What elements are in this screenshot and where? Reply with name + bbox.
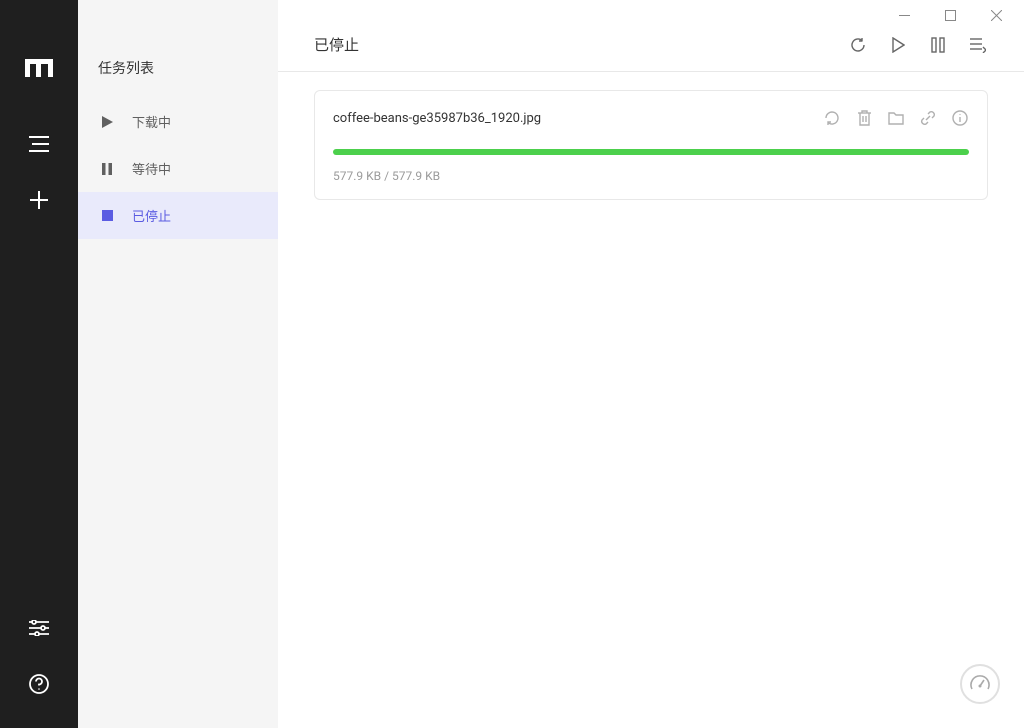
window-close-button[interactable] [973,1,1019,29]
stop-icon [98,210,116,221]
speed-fab[interactable] [960,664,1000,704]
refresh-button[interactable] [848,35,868,55]
sidebar-item-label: 已停止 [132,206,171,225]
delete-icon[interactable] [855,109,873,127]
sidebar-item-label: 等待中 [132,159,171,178]
restart-icon[interactable] [823,109,841,127]
sidebar-item-waiting[interactable]: 等待中 [78,145,278,192]
window-maximize-button[interactable] [927,1,973,29]
info-icon[interactable] [951,109,969,127]
link-icon[interactable] [919,109,937,127]
play-icon [98,116,116,128]
resume-button[interactable] [888,35,908,55]
sidebar-section-title: 任务列表 [78,48,278,98]
task-size-text: 577.9 KB / 577.9 KB [333,169,969,183]
pause-button[interactable] [928,35,948,55]
add-nav-icon[interactable] [0,172,78,228]
task-card[interactable]: coffee-beans-ge35987b36_1920.jpg [314,90,988,200]
sidebar-item-label: 下载中 [132,112,171,131]
app-logo [0,40,78,96]
pause-icon [98,163,116,175]
sidebar-item-downloading[interactable]: 下载中 [78,98,278,145]
clear-button[interactable] [968,35,988,55]
folder-icon[interactable] [887,109,905,127]
tasks-nav-icon[interactable] [0,116,78,172]
window-minimize-button[interactable] [881,1,927,29]
page-title: 已停止 [314,34,359,55]
progress-bar [333,149,969,155]
settings-nav-icon[interactable] [0,600,78,656]
task-filename: coffee-beans-ge35987b36_1920.jpg [333,111,541,126]
help-nav-icon[interactable] [0,656,78,712]
sidebar-item-stopped[interactable]: 已停止 [78,192,278,239]
